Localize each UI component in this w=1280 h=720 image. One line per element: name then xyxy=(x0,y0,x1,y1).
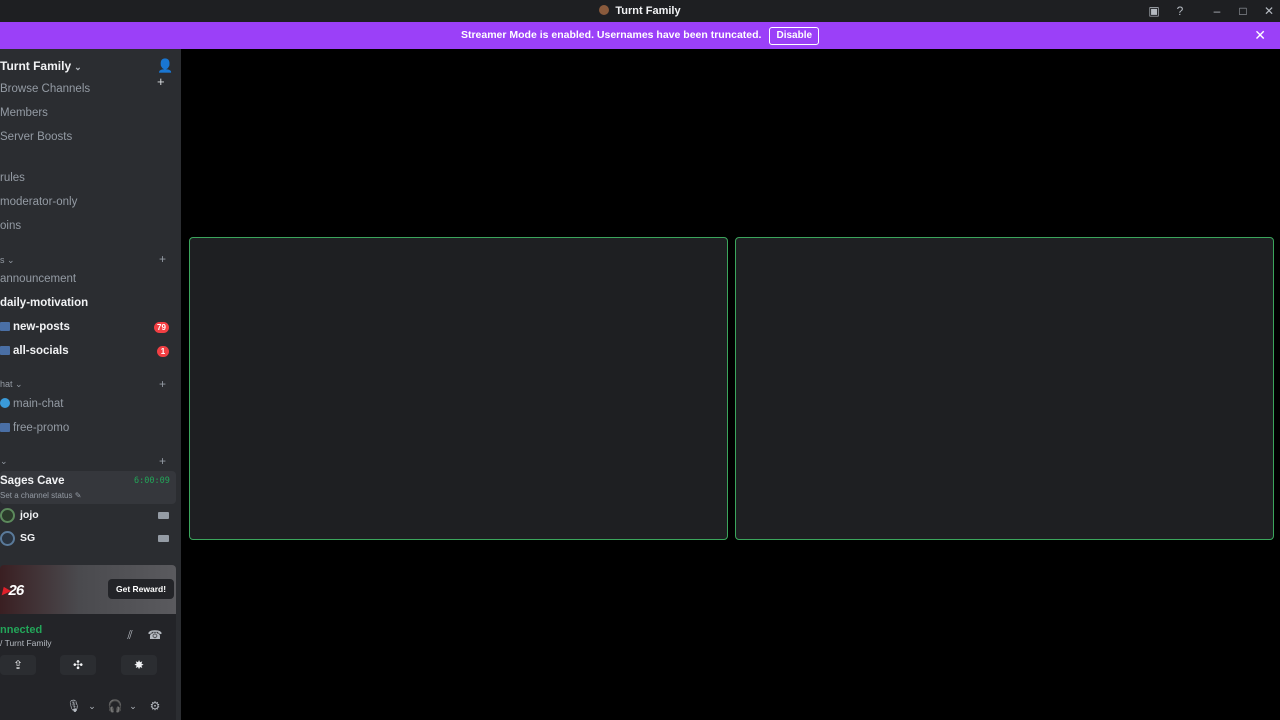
server-icon xyxy=(599,5,610,15)
voice-user-name: jojo xyxy=(20,509,39,521)
streamer-mode-message: Streamer Mode is enabled. Usernames have… xyxy=(0,22,1280,49)
window-title: Turnt Family xyxy=(0,0,1280,22)
globe-icon xyxy=(0,398,10,408)
channel-new-posts[interactable]: new-posts xyxy=(0,317,70,337)
browse-channels-item[interactable]: Browse Channels xyxy=(0,79,90,99)
channel-daily-motivation[interactable]: daily-motivation xyxy=(0,293,88,313)
voice-location[interactable]: / Turnt Family xyxy=(0,638,51,648)
activities-button[interactable]: ✣ xyxy=(60,655,96,675)
members-item[interactable]: Members xyxy=(0,103,48,123)
close-window-button[interactable]: ✕ xyxy=(1261,3,1277,19)
video-tile[interactable] xyxy=(735,237,1274,540)
camera-icon xyxy=(158,512,169,519)
avatar xyxy=(0,508,15,523)
voice-channel-sages-cave[interactable]: Sages Cave 6:00:09 Set a channel status … xyxy=(0,471,176,504)
channel-emoji-icon xyxy=(0,423,10,432)
camera-icon xyxy=(158,535,169,542)
close-banner-icon[interactable]: ✕ xyxy=(1254,22,1266,49)
voice-user[interactable]: SG xyxy=(0,530,176,548)
category-header[interactable]: ⌄ xyxy=(0,456,8,467)
help-icon[interactable]: ? xyxy=(1172,3,1188,19)
maximize-button[interactable]: □ xyxy=(1235,3,1251,19)
avatar xyxy=(0,531,15,546)
video-tile[interactable] xyxy=(189,237,728,540)
noise-suppression-icon[interactable]: ⫽ xyxy=(122,627,138,643)
title-bar: Turnt Family ▣ ? – □ ✕ xyxy=(0,0,1280,22)
get-reward-button[interactable]: Get Reward! xyxy=(108,579,175,599)
create-channel-icon[interactable]: + xyxy=(159,377,166,391)
streamer-mode-banner: Streamer Mode is enabled. Usernames have… xyxy=(0,22,1280,49)
server-header[interactable]: Turnt Family ⌄ 👤+ xyxy=(0,49,181,89)
disconnect-icon[interactable]: ☎ xyxy=(147,627,163,643)
share-screen-button[interactable]: ⇪ xyxy=(0,655,36,675)
soundboard-button[interactable]: ✸ xyxy=(121,655,157,675)
create-channel-icon[interactable]: + xyxy=(159,252,166,266)
voice-user[interactable]: jojo xyxy=(0,507,176,525)
category-header[interactable]: s ⌄ xyxy=(0,255,15,266)
settings-gear-icon[interactable]: ⚙ xyxy=(147,698,163,714)
channel-status-prompt[interactable]: Set a channel status ✎ xyxy=(0,491,81,500)
voice-stage xyxy=(181,49,1280,720)
voice-channel-name: Sages Cave xyxy=(0,475,65,487)
disable-streamer-mode-button[interactable]: Disable xyxy=(769,27,820,45)
unread-badge: 79 xyxy=(154,322,169,333)
channel-coins[interactable]: oins xyxy=(0,216,21,236)
chevron-down-icon[interactable]: ⌄ xyxy=(125,698,141,714)
channel-emoji-icon xyxy=(0,346,10,355)
channel-rules[interactable]: rules xyxy=(0,168,25,188)
voice-timer: 6:00:09 xyxy=(134,476,170,486)
channel-moderator-only[interactable]: moderator-only xyxy=(0,192,77,212)
voice-connection-panel: nnected / Turnt Family ⫽ ☎ ⇪ ✣ ✸ 🎙 ⌄ 🎧 ⌄… xyxy=(0,614,176,720)
channel-free-promo[interactable]: free-promo xyxy=(0,418,69,438)
headset-icon[interactable]: 🎧 xyxy=(107,698,123,714)
server-name[interactable]: Turnt Family ⌄ xyxy=(0,59,82,73)
voice-connected-status[interactable]: nnected xyxy=(0,624,42,636)
server-boosts-item[interactable]: Server Boosts xyxy=(0,127,72,147)
category-header[interactable]: hat ⌄ xyxy=(0,379,23,390)
inbox-icon[interactable]: ▣ xyxy=(1146,3,1162,19)
channel-main-chat[interactable]: main-chat xyxy=(0,394,64,414)
channel-sidebar: Turnt Family ⌄ 👤+ Browse Channels Members… xyxy=(0,49,181,720)
chevron-down-icon[interactable]: ⌄ xyxy=(84,698,100,714)
promo-banner: ▸26 Get Reward! xyxy=(0,565,176,614)
voice-user-name: SG xyxy=(20,532,36,544)
game-logo: ▸26 xyxy=(2,582,24,599)
unread-badge: 1 xyxy=(157,346,169,357)
minimize-button[interactable]: – xyxy=(1209,3,1225,19)
channel-all-socials[interactable]: all-socials xyxy=(0,341,69,361)
chevron-down-icon: ⌄ xyxy=(74,62,82,72)
microphone-icon[interactable]: 🎙 xyxy=(66,698,82,714)
channel-announcement[interactable]: announcement xyxy=(0,269,76,289)
channel-emoji-icon xyxy=(0,322,10,331)
invite-people-icon[interactable]: 👤+ xyxy=(157,58,173,89)
create-channel-icon[interactable]: + xyxy=(159,454,166,468)
